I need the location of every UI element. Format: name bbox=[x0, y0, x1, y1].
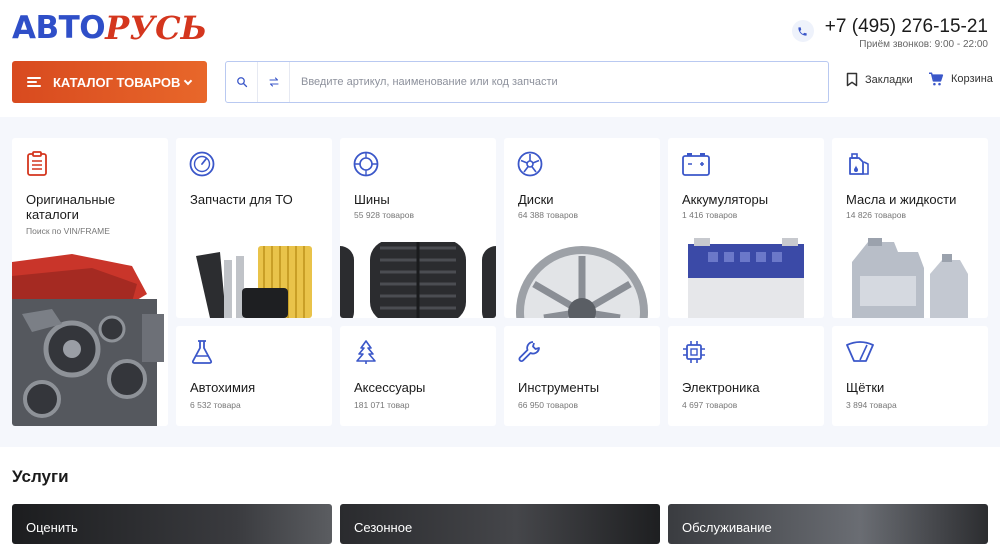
services-heading: Услуги bbox=[12, 467, 69, 486]
service-card-seasonal[interactable]: Сезонное bbox=[340, 504, 660, 544]
category-subtitle: 1 416 товаров bbox=[682, 210, 738, 220]
category-card-car-chemicals[interactable]: Автохимия 6 532 товара bbox=[176, 326, 332, 426]
category-subtitle: 14 826 товаров bbox=[846, 210, 907, 220]
bookmark-icon bbox=[846, 72, 858, 87]
wrench-icon bbox=[517, 339, 543, 370]
battery-image bbox=[668, 238, 824, 318]
cart-link[interactable]: Корзина bbox=[928, 72, 993, 86]
logo-text-rus: РУСЬ bbox=[105, 9, 208, 47]
service-card-maintenance[interactable]: Обслуживание bbox=[668, 504, 988, 544]
oil-can-icon bbox=[845, 151, 871, 182]
wheel-image bbox=[504, 242, 660, 318]
phone-icon[interactable] bbox=[791, 20, 814, 42]
category-card-wheels[interactable]: Диски 64 388 товаров bbox=[504, 138, 660, 318]
category-subtitle: 3 894 товара bbox=[846, 400, 897, 410]
phone-block: +7 (495) 276-15-21 Приём звонков: 9:00 -… bbox=[791, 16, 988, 51]
cart-icon bbox=[928, 72, 944, 86]
chip-icon bbox=[681, 339, 707, 370]
bookmarks-label: Закладки bbox=[865, 73, 913, 86]
category-subtitle: 55 928 товаров bbox=[354, 210, 415, 220]
search-input[interactable] bbox=[290, 62, 828, 102]
category-title: Оригинальные каталоги bbox=[26, 192, 116, 222]
wiper-icon bbox=[845, 339, 875, 370]
search-bar bbox=[225, 61, 829, 103]
category-title: Щётки bbox=[846, 380, 885, 395]
category-subtitle: Поиск по VIN/FRAME bbox=[26, 226, 110, 236]
category-title: Аккумуляторы bbox=[682, 192, 769, 207]
category-card-accessories[interactable]: Аксессуары 181 071 товар bbox=[340, 326, 496, 426]
category-title: Аксессуары bbox=[354, 380, 426, 395]
catalog-button[interactable]: КАТАЛОГ ТОВАРОВ bbox=[12, 61, 207, 103]
category-title: Шины bbox=[354, 192, 390, 207]
category-subtitle: 181 071 товар bbox=[354, 400, 410, 410]
category-card-original-catalogs[interactable]: Оригинальные каталоги Поиск по VIN/FRAME bbox=[12, 138, 168, 426]
chevron-down-icon bbox=[183, 76, 193, 86]
category-card-electronics[interactable]: Электроника 4 697 товаров bbox=[668, 326, 824, 426]
catalog-button-label: КАТАЛОГ ТОВАРОВ bbox=[53, 74, 181, 90]
phone-number[interactable]: +7 (495) 276-15-21 bbox=[825, 16, 988, 38]
category-subtitle: 64 388 товаров bbox=[518, 210, 579, 220]
menu-icon bbox=[27, 77, 41, 87]
flask-icon bbox=[189, 339, 215, 370]
logo[interactable]: АВТО РУСЬ bbox=[12, 12, 207, 44]
category-card-tools[interactable]: Инструменты 66 950 товаров bbox=[504, 326, 660, 426]
category-title: Электроника bbox=[682, 380, 760, 395]
phone-hours: Приём звонков: 9:00 - 22:00 bbox=[859, 39, 988, 50]
category-card-tires[interactable]: Шины 55 928 товаров bbox=[340, 138, 496, 318]
category-title: Диски bbox=[518, 192, 554, 207]
battery-icon bbox=[681, 151, 711, 182]
engine-image bbox=[12, 254, 168, 426]
category-subtitle: 6 532 товара bbox=[190, 400, 241, 410]
parts-image bbox=[176, 242, 332, 318]
category-title: Запчасти для ТО bbox=[190, 192, 293, 207]
service-card-evaluate[interactable]: Оценить bbox=[12, 504, 332, 544]
category-title: Масла и жидкости bbox=[846, 192, 957, 207]
swap-icon[interactable] bbox=[258, 62, 290, 102]
category-title: Автохимия bbox=[190, 380, 256, 395]
site-header: АВТО РУСЬ +7 (495) 276-15-21 Приём звонко… bbox=[0, 0, 1000, 117]
search-icon[interactable] bbox=[226, 62, 258, 102]
category-card-oils[interactable]: Масла и жидкости 14 826 товаров bbox=[832, 138, 988, 318]
tire-icon bbox=[353, 151, 379, 182]
category-card-wipers[interactable]: Щётки 3 894 товара bbox=[832, 326, 988, 426]
cart-label: Корзина bbox=[951, 73, 993, 85]
rim-icon bbox=[517, 151, 543, 182]
category-subtitle: 4 697 товаров bbox=[682, 400, 738, 410]
tires-image bbox=[340, 240, 496, 318]
logo-text-avto: АВТО bbox=[12, 10, 106, 46]
air-freshener-icon bbox=[353, 339, 379, 370]
category-card-maintenance-parts[interactable]: Запчасти для ТО bbox=[176, 138, 332, 318]
bookmarks-link[interactable]: Закладки bbox=[846, 72, 913, 87]
gauge-icon bbox=[189, 151, 215, 182]
category-card-batteries[interactable]: Аккумуляторы 1 416 товаров bbox=[668, 138, 824, 318]
catalog-list-icon bbox=[25, 151, 49, 182]
oil-image bbox=[832, 238, 988, 318]
category-section: Оригинальные каталоги Поиск по VIN/FRAME… bbox=[0, 117, 1000, 447]
category-subtitle: 66 950 товаров bbox=[518, 400, 579, 410]
category-title: Инструменты bbox=[518, 380, 600, 395]
